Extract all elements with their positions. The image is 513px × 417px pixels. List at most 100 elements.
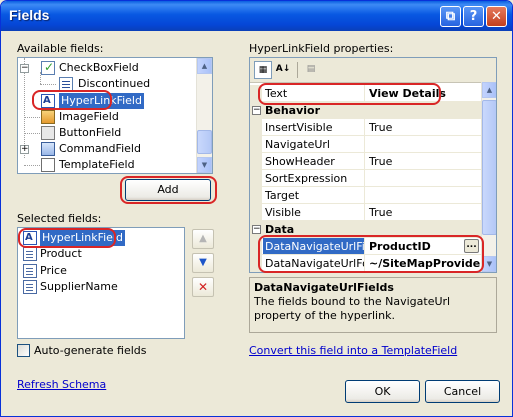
property-grid[interactable]: ▦ A↓ ▤ Text View Details − Behavior Inse… [249,57,497,273]
property-name: Visible [263,204,365,220]
title-bar[interactable]: Fields ⧉ ? ✕ [1,1,512,31]
property-value[interactable]: True [366,204,481,220]
property-description: DataNavigateUrlFields The fields bound t… [249,277,497,333]
list-item-label: HyperLinkField [40,230,125,246]
add-button[interactable]: Add [125,179,211,201]
property-row-visible[interactable]: Visible True [250,204,481,221]
property-value[interactable]: View Details [366,85,481,101]
row-margin [250,170,262,187]
tree-guide [24,133,40,134]
property-value[interactable]: True [366,153,481,169]
command-field-icon [41,142,55,156]
template-field-icon [41,158,55,172]
category-data[interactable]: − Data [250,221,481,238]
ok-button[interactable]: OK [345,380,420,403]
property-name: Target [263,187,365,203]
category-behavior[interactable]: − Behavior [250,102,481,119]
fields-dialog: Fields ⧉ ? ✕ Available fields: − CheckBo… [0,0,513,417]
hyperlink-field-icon [41,93,55,109]
property-row-datanavigateurlformatstring[interactable]: DataNavigateUrlFor ~/SiteMapProvider. [250,255,481,272]
scroll-down-icon[interactable]: ▼ [197,157,212,173]
tree-guide [24,58,25,158]
scroll-thumb[interactable] [197,130,212,154]
toolbar-separator [297,62,298,78]
property-value[interactable]: ~/SiteMapProvider. [366,255,481,271]
field-icon [23,264,37,278]
property-row-datanavigateurlfields[interactable]: DataNavigateUrlFiel ProductID ... [250,238,481,255]
property-row-insertvisible[interactable]: InsertVisible True [250,119,481,136]
available-fields-tree[interactable]: − CheckBoxField Discontinued HyperLinkFi… [17,57,213,174]
property-grid-toolbar: ▦ A↓ ▤ [250,58,496,83]
cancel-button[interactable]: Cancel [425,380,500,403]
tree-guide [40,84,56,85]
refresh-schema-link[interactable]: Refresh Schema [17,378,106,391]
property-grid-scrollbar[interactable]: ▲ ▼ [481,82,496,272]
categorized-icon[interactable]: ▦ [254,61,272,79]
field-icon [59,77,73,91]
property-value[interactable]: True [366,119,481,135]
collapse-icon[interactable]: − [252,225,261,234]
collapse-icon[interactable]: − [252,106,261,115]
delete-button[interactable]: ✕ [192,277,214,297]
help-button[interactable]: ? [463,6,484,27]
row-margin [250,204,262,221]
tree-guide [24,117,40,118]
restore-icon[interactable]: ⧉ [440,6,461,27]
list-item-label: SupplierName [40,280,118,293]
auto-generate-checkbox[interactable] [17,344,30,357]
property-name: NavigateUrl [263,136,365,152]
property-row-sortexpression[interactable]: SortExpression [250,170,481,187]
property-value[interactable] [366,187,481,203]
convert-to-templatefield-link[interactable]: Convert this field into a TemplateField [249,344,457,357]
property-value[interactable] [366,136,481,152]
category-label: Behavior [265,104,321,117]
close-button[interactable]: ✕ [486,6,507,27]
list-item-label: Product [40,247,82,260]
image-field-icon [41,110,55,124]
scroll-down-icon[interactable]: ▼ [482,256,496,272]
property-row-showheader[interactable]: ShowHeader True [250,153,481,170]
row-margin [250,136,262,153]
ellipsis-button[interactable]: ... [464,239,479,253]
tree-item-label: CheckBoxField [59,61,139,74]
row-margin [250,255,262,272]
row-margin [250,153,262,170]
row-margin [250,119,262,136]
tree-item-label: CommandField [59,142,141,155]
field-icon [23,280,37,294]
move-down-button[interactable]: ▼ [192,253,214,273]
available-fields-scrollbar[interactable]: ▲ ▼ [196,58,212,173]
scroll-up-icon[interactable]: ▲ [197,58,212,74]
window-title: Fields [9,7,50,23]
selected-fields-list[interactable]: HyperLinkField Product Price SupplierNam… [17,227,185,339]
category-label: Data [265,223,295,236]
scroll-up-icon[interactable]: ▲ [482,82,496,98]
description-text: The fields bound to the NavigateUrl prop… [254,295,451,322]
property-value[interactable] [366,170,481,186]
tree-item-label: HyperLinkField [59,93,144,109]
property-name: SortExpression [263,170,365,186]
hyperlink-field-icon [23,230,37,246]
property-value-text: ProductID [369,240,431,253]
tree-item-label: ButtonField [59,126,122,139]
property-name: DataNavigateUrlFiel [263,238,365,254]
property-pages-icon[interactable]: ▤ [302,61,320,79]
tree-guide [24,165,40,166]
field-icon [23,247,37,261]
move-up-button[interactable]: ▲ [192,229,214,249]
property-name: ShowHeader [263,153,365,169]
property-value[interactable]: ProductID ... [366,238,481,254]
expand-icon[interactable]: + [20,145,29,154]
property-row-text[interactable]: Text View Details [250,85,481,102]
tree-item-label: ImageField [59,110,119,123]
row-margin [250,85,262,102]
property-row-target[interactable]: Target [250,187,481,204]
tree-item-label: Discontinued [78,77,151,90]
list-item-label: Price [40,264,67,277]
collapse-icon[interactable]: − [20,64,29,73]
alphabetical-icon[interactable]: A↓ [274,61,292,79]
scroll-thumb[interactable] [482,100,496,235]
tree-item-label: TemplateField [59,158,135,171]
auto-generate-label: Auto-generate fields [34,344,147,357]
property-row-navigateurl[interactable]: NavigateUrl [250,136,481,153]
